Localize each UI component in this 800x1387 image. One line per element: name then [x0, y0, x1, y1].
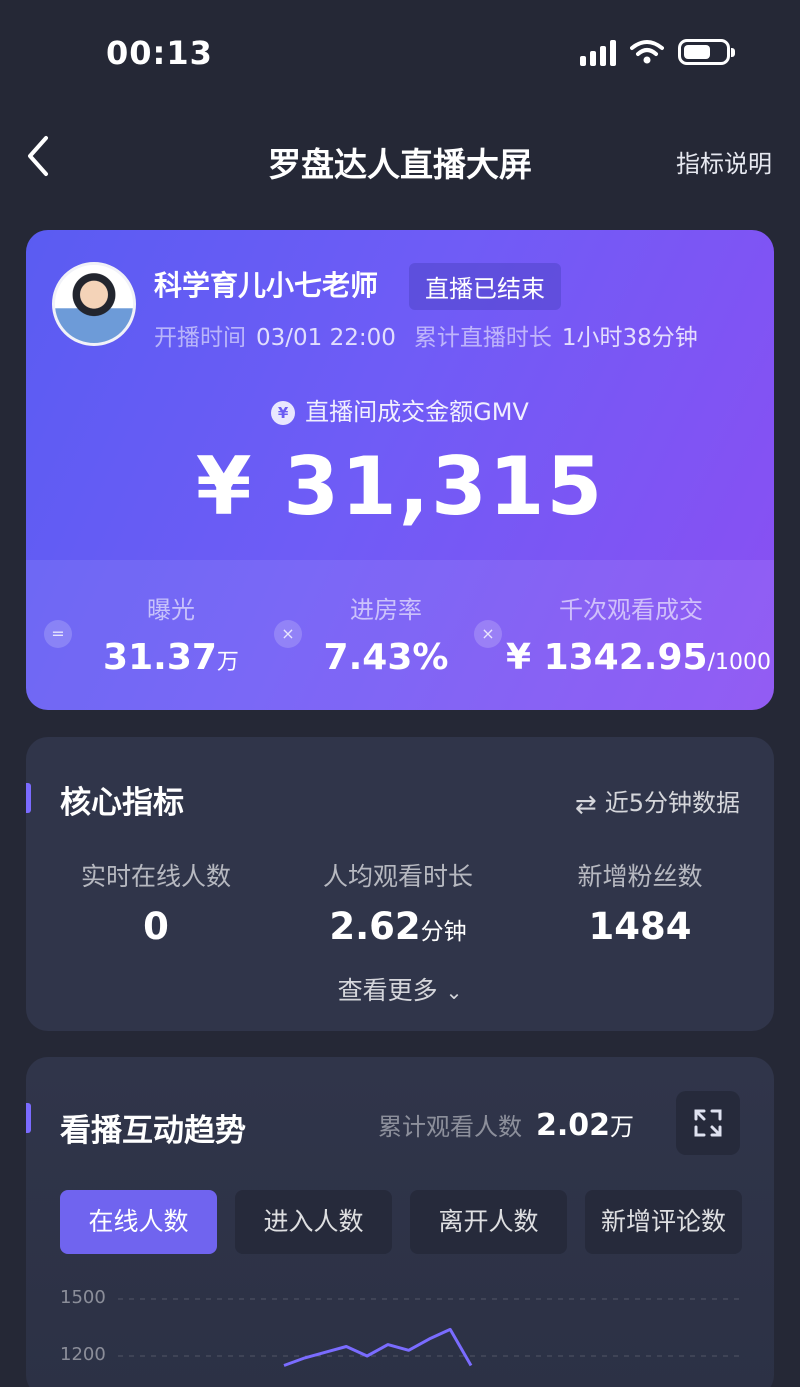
status-icons	[580, 38, 735, 66]
section-title: 核心指标	[60, 785, 184, 821]
section-accent-bar	[26, 1103, 31, 1133]
stat-value: 7.43%	[323, 637, 449, 678]
tab-left-users[interactable]: 离开人数	[410, 1190, 567, 1254]
duration-label: 累计直播时长	[413, 325, 552, 351]
expand-icon	[694, 1109, 722, 1137]
equals-icon: =	[44, 620, 72, 648]
live-status-badge: 直播已结束	[409, 263, 561, 310]
stat-exposure: 曝光 31.37万	[86, 590, 256, 678]
streamer-avatar	[52, 262, 136, 346]
section-title: 看播互动趋势	[60, 1113, 246, 1149]
gmv-label-row: ¥ 直播间成交金额GMV	[26, 392, 774, 427]
swap-icon: ⇄	[574, 790, 597, 820]
metric-new-followers: 新增粉丝数 1484	[520, 857, 760, 948]
gmv-formula: = 曝光 31.37万 × 进房率 7.43% × 千次观看成交 ¥ 1342.…	[26, 560, 774, 710]
start-time-value: 03/01 22:00	[256, 325, 396, 351]
cellular-signal-icon	[580, 38, 616, 66]
battery-icon	[678, 39, 735, 65]
tab-online-users[interactable]: 在线人数	[60, 1190, 217, 1254]
start-time-label: 开播时间	[154, 325, 246, 351]
stat-label: 曝光	[147, 596, 195, 624]
live-summary-card: 科学育儿小七老师 直播已结束 开播时间 03/01 22:00 累计直播时长 1小时3…	[26, 230, 774, 710]
refresh-note[interactable]: ⇄ 近5分钟数据	[575, 783, 740, 820]
interaction-trend-card: 看播互动趋势 累计观看人数 2.02万 在线人数 进入人数 离开人数 新增评论数 …	[26, 1057, 774, 1387]
multiply-icon: ×	[274, 620, 302, 648]
stat-entry-rate: 进房率 7.43%	[306, 590, 466, 678]
live-meta: 开播时间 03/01 22:00 累计直播时长 1小时38分钟	[154, 318, 698, 352]
view-more-button[interactable]: 查看更多 ⌄	[26, 971, 774, 1007]
core-metrics-card: 核心指标 ⇄ 近5分钟数据 实时在线人数 0 人均观看时长 2.62分钟 新增粉丝…	[26, 737, 774, 1031]
chevron-down-icon: ⌄	[445, 980, 463, 1004]
nav-bar: 罗盘达人直播大屏 指标说明	[0, 118, 800, 198]
stat-value: ¥ 1342.95/1000	[506, 637, 771, 678]
gmv-value: ¥ 31,315	[195, 440, 605, 533]
yen-coin-icon: ¥	[271, 401, 296, 425]
metric-explanation-link[interactable]: 指标说明	[676, 144, 772, 179]
metric-label: 新增粉丝数	[577, 862, 703, 891]
fullscreen-button[interactable]	[676, 1091, 740, 1155]
trend-tabs: 在线人数 进入人数 离开人数 新增评论数	[60, 1190, 742, 1254]
duration-value: 1小时38分钟	[561, 325, 698, 351]
stat-label: 千次观看成交	[559, 596, 703, 624]
section-accent-bar	[26, 783, 31, 813]
metric-avg-watch-time: 人均观看时长 2.62分钟	[278, 857, 518, 948]
metric-label: 实时在线人数	[80, 862, 231, 891]
trend-chart: 1500 1200	[26, 1277, 774, 1387]
metric-online-users: 实时在线人数 0	[36, 857, 276, 948]
metric-value: 0	[143, 905, 169, 948]
stat-gpm: 千次观看成交 ¥ 1342.95/1000	[506, 590, 771, 678]
status-bar: 00:13	[0, 0, 800, 110]
gmv-label: 直播间成交金额GMV	[305, 398, 529, 426]
tab-new-comments[interactable]: 新增评论数	[585, 1190, 742, 1254]
streamer-name: 科学育儿小七老师	[154, 269, 379, 302]
stat-label: 进房率	[350, 596, 422, 624]
status-time: 00:13	[106, 34, 213, 72]
cumulative-viewers: 累计观看人数 2.02万	[377, 1108, 634, 1143]
multiply-icon: ×	[474, 620, 502, 648]
metric-value: 2.62分钟	[329, 905, 467, 948]
online-users-line	[283, 1327, 473, 1367]
metric-value: 1484	[588, 905, 692, 948]
tab-entered-users[interactable]: 进入人数	[235, 1190, 392, 1254]
trend-chart-svg	[118, 1298, 740, 1367]
metric-label: 人均观看时长	[322, 862, 473, 891]
wifi-icon	[630, 40, 664, 64]
stat-value: 31.37万	[103, 637, 239, 678]
